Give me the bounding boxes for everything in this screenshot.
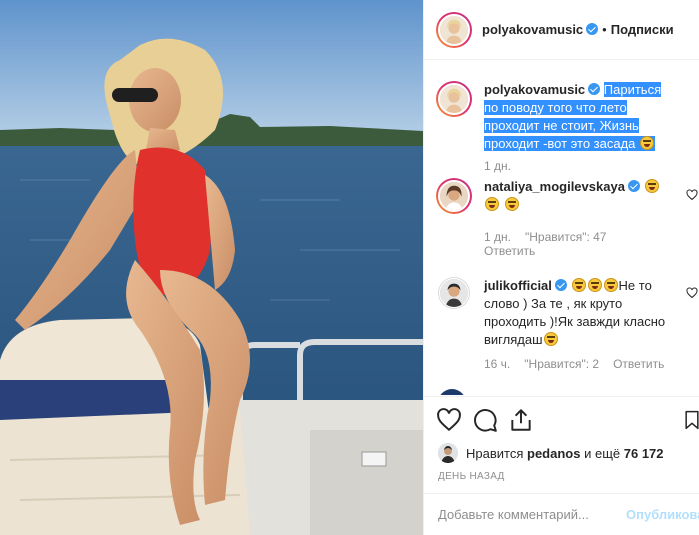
comment-meta: 16 ч. "Нравится": 2 Ответить (484, 357, 678, 371)
author-username[interactable]: polyakovamusic (482, 22, 599, 37)
smile-emoji-icon (644, 179, 659, 193)
smile-emoji-icon (571, 278, 586, 292)
post-actions: Нравится pedanos и ещё 76 172 ДЕНЬ НАЗАД… (424, 396, 699, 535)
heart-icon[interactable] (436, 407, 462, 433)
commenter-avatar[interactable] (436, 178, 472, 214)
liker-username[interactable]: pedanos (527, 446, 580, 461)
reply-button[interactable]: Ответить (613, 357, 664, 371)
comment-username[interactable]: nataliya_mogilevskaya (484, 179, 625, 194)
comment-text-block: nataliya_mogilevskaya (484, 178, 674, 214)
add-comment-input[interactable]: Добавьте комментарий... (438, 507, 589, 522)
like-comment-heart-icon[interactable] (686, 287, 698, 299)
likes-prefix: Нравится (466, 445, 524, 461)
comment-meta: 1 дн. "Нравится": 47 (484, 230, 620, 244)
header-separator: • (602, 22, 607, 37)
smile-emoji-icon (543, 332, 558, 346)
comment-likes[interactable]: "Нравится": 47 (525, 230, 607, 244)
post-photo[interactable] (0, 0, 423, 535)
comment-icon[interactable] (472, 407, 498, 433)
comment-time: 1 дн. (484, 230, 511, 244)
like-comment-heart-icon[interactable] (686, 189, 698, 201)
photo-scene (0, 0, 423, 535)
post-sidebar: polyakovamusic • Подписки polyakovamusic… (423, 0, 699, 535)
smile-emoji-icon (485, 197, 499, 211)
post-header: polyakovamusic • Подписки (424, 0, 699, 60)
bookmark-icon[interactable] (682, 407, 699, 433)
smile-emoji-icon (640, 136, 655, 150)
smile-emoji-icon (504, 197, 519, 211)
comments-list[interactable]: polyakovamusic Париться по поводу того ч… (424, 61, 699, 395)
caption-username[interactable]: polyakovamusic (484, 82, 585, 97)
verified-badge-icon (588, 83, 601, 95)
verified-badge-icon (586, 23, 599, 35)
post-timestamp[interactable]: ДЕНЬ НАЗАД (438, 471, 505, 482)
next-comment-avatar-partial (438, 389, 466, 395)
likes-middle: и ещё (584, 445, 621, 461)
publish-button[interactable]: Опубликовать (626, 507, 699, 522)
likes-count[interactable]: 76 172 (624, 446, 664, 461)
caption-meta: 1 дн. (484, 159, 525, 173)
comment-time: 16 ч. (484, 357, 511, 371)
following-button[interactable]: Подписки (611, 22, 674, 37)
share-icon[interactable] (508, 407, 534, 433)
verified-badge-icon (627, 180, 640, 192)
comment-meta-reply: Ответить (484, 244, 549, 258)
caption-avatar[interactable] (436, 81, 472, 117)
action-icons (436, 407, 699, 435)
smile-emoji-icon (603, 278, 618, 292)
likes-summary[interactable]: Нравится pedanos и ещё 76 172 (438, 443, 664, 463)
comment-likes[interactable]: "Нравится": 2 (524, 357, 599, 371)
comment-username[interactable]: julikofficial (484, 278, 552, 293)
caption-time: 1 дн. (484, 159, 511, 173)
verified-badge-icon (554, 279, 567, 291)
comment-text-block: julikofficial Не то слово ) За те , як к… (484, 277, 674, 349)
add-comment-bar: Добавьте комментарий... Опубликовать (424, 493, 699, 535)
caption-text-block: polyakovamusic Париться по поводу того ч… (484, 81, 674, 153)
commenter-avatar[interactable] (438, 277, 470, 309)
reply-button[interactable]: Ответить (484, 244, 535, 258)
liker-avatar[interactable] (438, 443, 458, 463)
author-avatar[interactable] (436, 11, 472, 48)
smile-emoji-icon (587, 278, 602, 292)
